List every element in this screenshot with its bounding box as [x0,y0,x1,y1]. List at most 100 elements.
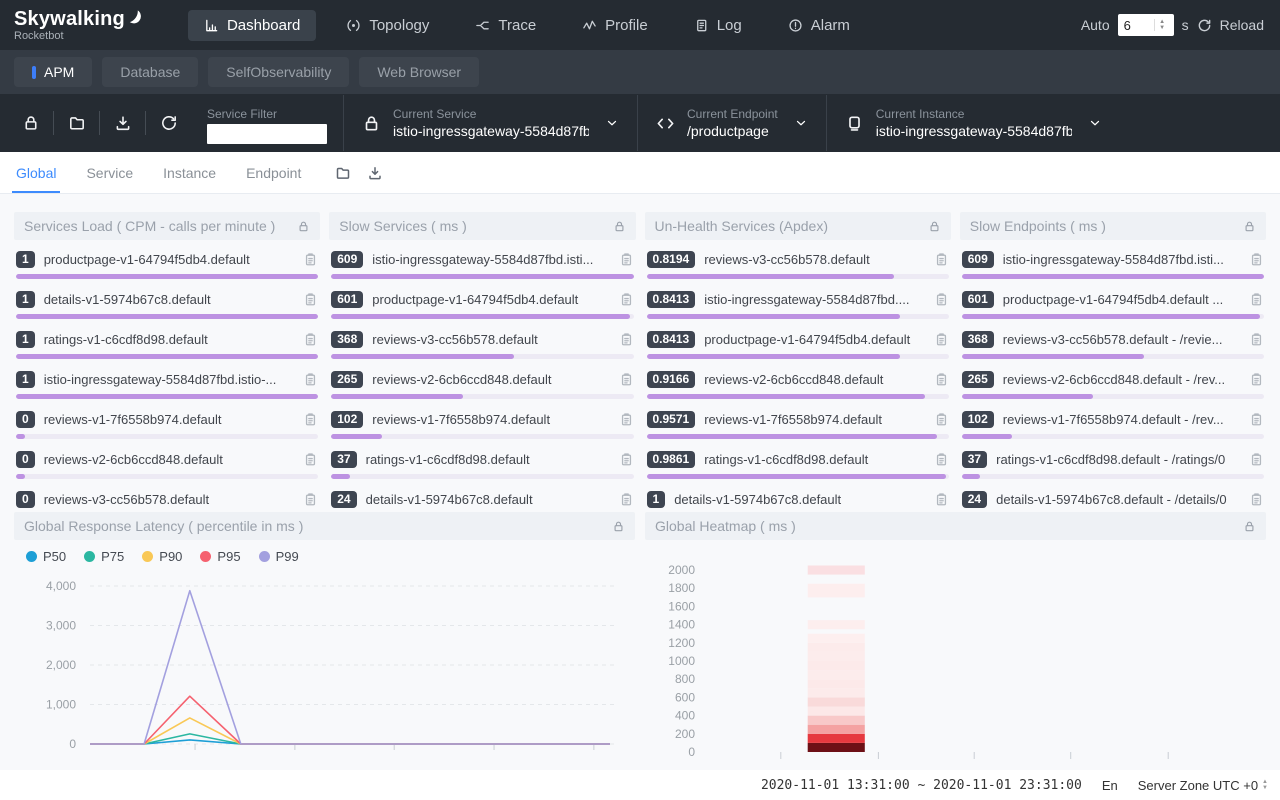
svg-text:3,000: 3,000 [46,619,76,633]
app-logo[interactable]: Skywalking Rocketbot [0,8,162,42]
list-item: 609 istio-ingressgateway-5584d87fbd.isti… [329,242,635,282]
legend-item-p90[interactable]: P90 [142,549,182,564]
time-range-picker[interactable]: 2020-11-01 13:31:00 ~ 2020-11-01 23:31:0… [761,778,1082,793]
tab-endpoint[interactable]: Endpoint [246,152,301,193]
download-icon[interactable] [100,114,145,132]
service-name: reviews-v2-6cb6ccd848.default [44,452,295,467]
page-tab-selfobservability[interactable]: SelfObservability [208,57,349,87]
tab-service[interactable]: Service [86,152,133,193]
nav-item-log[interactable]: Log [678,10,758,41]
chevron-down-icon[interactable] [794,116,808,130]
nav-item-dashboard[interactable]: Dashboard [188,10,316,41]
lock-icon[interactable] [297,220,310,233]
selector-current-service[interactable]: Current Service istio-ingressgateway-558… [344,107,637,139]
svg-text:1400: 1400 [668,618,695,632]
clipboard-icon[interactable] [303,492,318,507]
clipboard-icon[interactable] [934,452,949,467]
latency-panel-header: Global Response Latency ( percentile in … [14,512,635,540]
auto-interval-value[interactable] [1118,18,1154,33]
clipboard-icon[interactable] [1249,372,1264,387]
metric-bar-fill [16,434,25,439]
clipboard-icon[interactable] [934,332,949,347]
metric-bar-fill [962,354,1145,359]
server-zone-control[interactable]: Server Zone UTC +0 ▲▼ [1138,778,1268,793]
tab-instance[interactable]: Instance [163,152,216,193]
nav-item-trace[interactable]: Trace [459,10,552,41]
chevron-down-icon[interactable] [605,116,619,130]
lock-icon[interactable] [1243,220,1256,233]
nav-item-alarm[interactable]: Alarm [772,10,866,41]
clipboard-icon[interactable] [303,452,318,467]
clipboard-icon[interactable] [303,412,318,427]
clipboard-icon[interactable] [934,492,949,507]
list-item: 0.8413 productpage-v1-64794f5db4.default [645,322,951,362]
clipboard-icon[interactable] [619,452,634,467]
auto-label: Auto [1081,17,1110,33]
clipboard-icon[interactable] [934,252,949,267]
download-icon[interactable] [367,165,383,181]
auto-reload-controls: Auto ▲▼ s Reload [1081,14,1280,36]
lock-icon[interactable] [928,220,941,233]
selector-current-instance[interactable]: Current Instance istio-ingressgateway-55… [827,107,1120,139]
clipboard-icon[interactable] [303,292,318,307]
chevron-down-icon[interactable] [1088,116,1102,130]
timezone-spinner-icon[interactable]: ▲▼ [1262,779,1268,791]
clipboard-icon[interactable] [934,292,949,307]
page-tab-apm[interactable]: APM [14,57,92,87]
tab-global[interactable]: Global [16,152,56,193]
clipboard-icon[interactable] [1249,492,1264,507]
clipboard-icon[interactable] [303,252,318,267]
clipboard-icon[interactable] [619,332,634,347]
selector-current-endpoint[interactable]: Current Endpoint /productpage [638,107,826,139]
lock-icon[interactable] [8,114,53,132]
reload-icon[interactable] [1197,18,1212,33]
legend-item-p50[interactable]: P50 [26,549,66,564]
service-filter-input[interactable] [207,124,327,144]
reload-icon[interactable] [146,114,191,132]
clipboard-icon[interactable] [1249,292,1264,307]
language-toggle[interactable]: En [1102,778,1118,793]
clipboard-icon[interactable] [1249,332,1264,347]
list-item: 37 ratings-v1-c6cdf8d98.default [329,442,635,482]
clipboard-icon[interactable] [1249,452,1264,467]
nav-item-topology[interactable]: Topology [330,10,445,41]
legend-item-p95[interactable]: P95 [200,549,240,564]
metric-bar-fill [962,314,1260,319]
clipboard-icon[interactable] [934,412,949,427]
auto-interval-input[interactable]: ▲▼ [1118,14,1174,36]
value-badge: 1 [16,331,35,348]
page-tab-database[interactable]: Database [102,57,198,87]
footer-bar: 2020-11-01 13:31:00 ~ 2020-11-01 23:31:0… [0,770,1280,800]
metric-bar-track [16,314,318,319]
legend-item-p75[interactable]: P75 [84,549,124,564]
lock-icon[interactable] [1243,520,1256,533]
number-spinner-icon[interactable]: ▲▼ [1154,19,1170,31]
value-badge: 265 [962,371,994,388]
lock-icon[interactable] [613,220,626,233]
nav-item-label: Topology [369,17,429,34]
lock-icon[interactable] [612,520,625,533]
clipboard-icon[interactable] [1249,412,1264,427]
folder-icon[interactable] [335,165,351,181]
metric-bar-fill [647,434,937,439]
page-tab-web-browser[interactable]: Web Browser [359,57,479,87]
legend-dot-icon [84,551,95,562]
clipboard-icon[interactable] [619,492,634,507]
clipboard-icon[interactable] [1249,252,1264,267]
clipboard-icon[interactable] [619,292,634,307]
clipboard-icon[interactable] [619,412,634,427]
panel-title: Un-Health Services (Apdex) [655,218,829,234]
clipboard-icon[interactable] [934,372,949,387]
legend-item-p99[interactable]: P99 [259,549,299,564]
reload-button[interactable]: Reload [1220,17,1264,33]
service-name: productpage-v1-64794f5db4.default [704,332,925,347]
clipboard-icon[interactable] [619,252,634,267]
metric-bar-track [331,354,633,359]
nav-item-label: Alarm [811,17,850,34]
nav-item-label: Log [717,17,742,34]
nav-item-profile[interactable]: Profile [566,10,664,41]
clipboard-icon[interactable] [619,372,634,387]
clipboard-icon[interactable] [303,332,318,347]
clipboard-icon[interactable] [303,372,318,387]
folder-icon[interactable] [54,114,99,132]
